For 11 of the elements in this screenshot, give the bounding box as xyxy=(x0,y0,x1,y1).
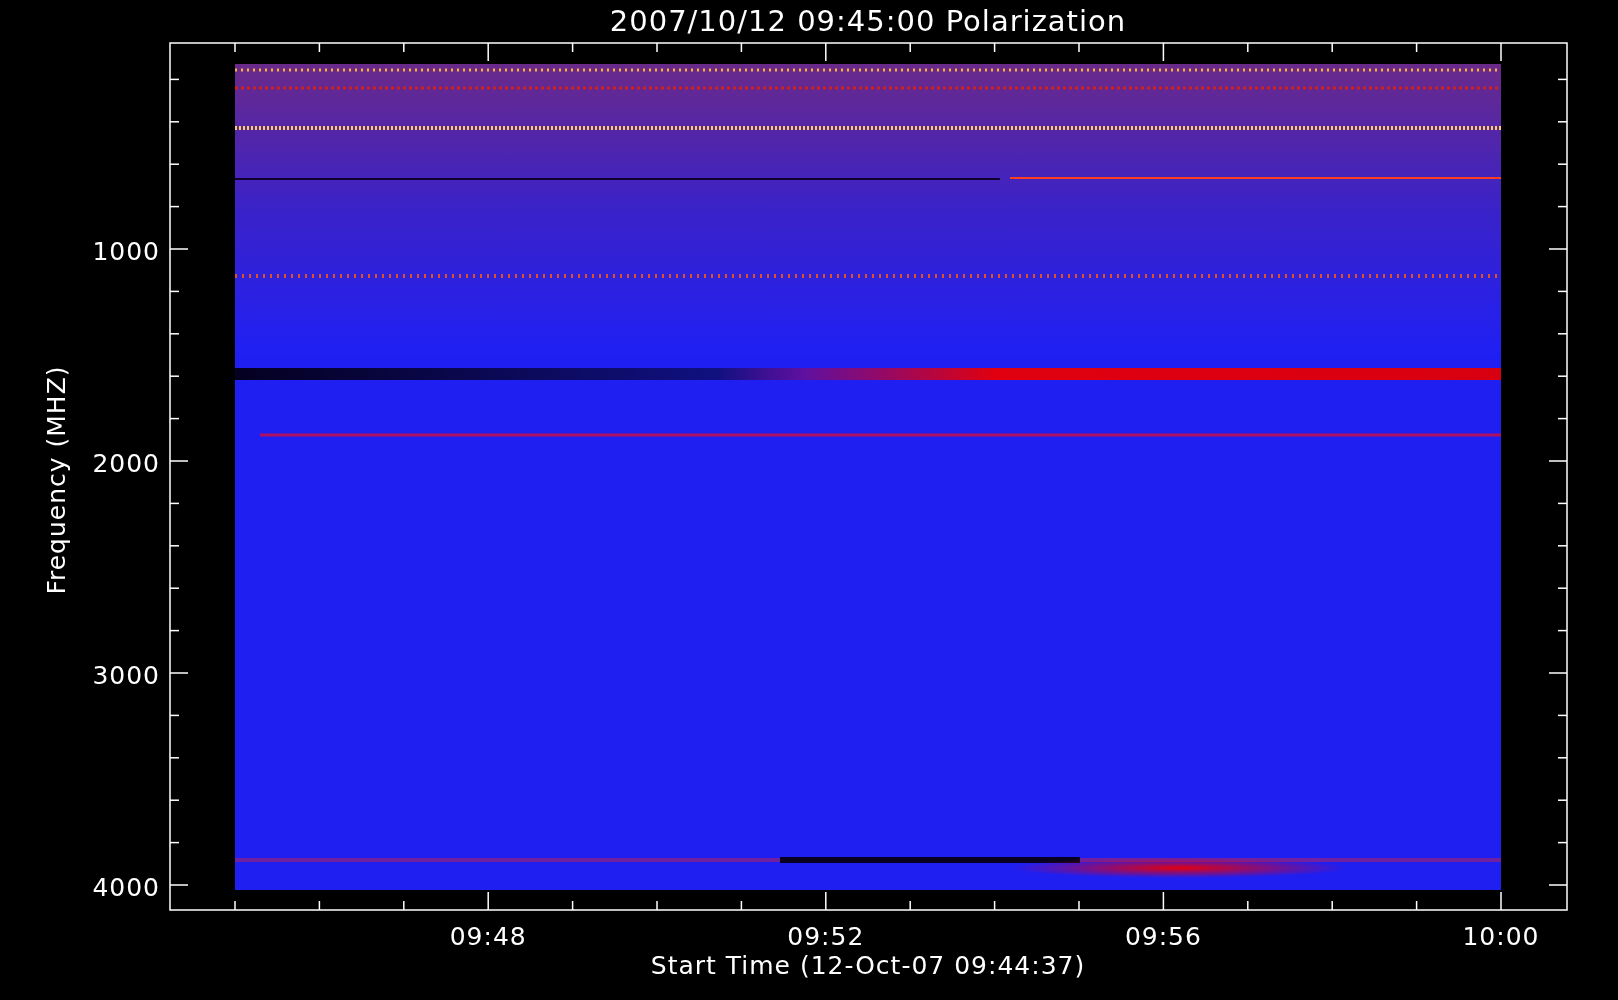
x-tick-label: 09:52 xyxy=(787,922,865,951)
y-tick-label: 1000 xyxy=(92,237,160,266)
x-tick-label: 09:48 xyxy=(449,922,527,951)
y-tick-label: 4000 xyxy=(92,873,160,902)
y-tick-label: 3000 xyxy=(92,661,160,690)
y-tick-label: 2000 xyxy=(92,449,160,478)
y-axis-title: Frequency (MHZ) xyxy=(42,365,71,595)
x-tick-label: 10:00 xyxy=(1462,922,1540,951)
x-axis-title: Start Time (12-Oct-07 09:44:37) xyxy=(650,951,1086,980)
chart-title: 2007/10/12 09:45:00 Polarization xyxy=(609,4,1127,38)
x-tick-label: 09:56 xyxy=(1124,922,1202,951)
